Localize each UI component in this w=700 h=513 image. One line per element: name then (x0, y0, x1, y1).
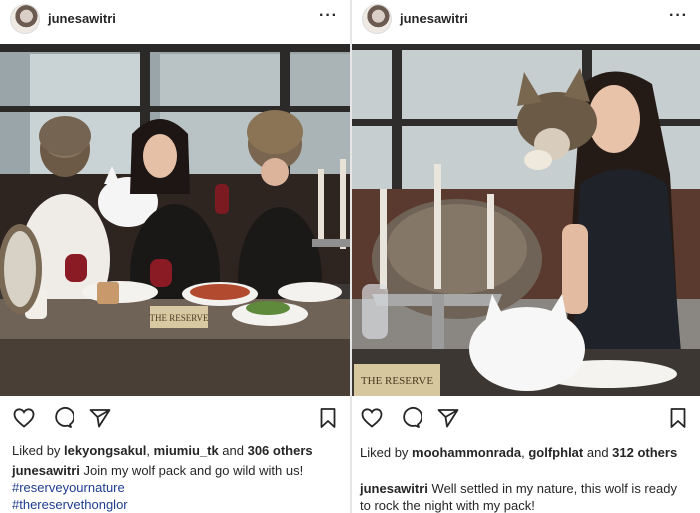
likes-text: Liked by lekyongsakul, miumiu_tk and 306… (12, 442, 313, 459)
comment-icon[interactable] (398, 406, 422, 430)
share-icon[interactable] (88, 406, 112, 430)
avatar[interactable] (10, 4, 40, 34)
post-card: junesawitri ··· (352, 0, 700, 513)
post-photo[interactable]: THE RESERVE (0, 44, 350, 396)
more-icon[interactable]: ··· (669, 7, 688, 25)
post-actions (352, 404, 700, 434)
post-actions (0, 404, 350, 434)
liked-by-prefix: Liked by (360, 445, 413, 460)
heart-icon[interactable] (360, 406, 384, 430)
caption: junesawitri Join my wolf pack and go wil… (12, 462, 342, 513)
liked-by-prefix: Liked by (12, 443, 65, 458)
bookmark-icon[interactable] (316, 406, 340, 430)
caption-username[interactable]: junesawitri (12, 463, 80, 478)
photo-sign-text: THE RESERVE (149, 313, 209, 323)
heart-icon[interactable] (12, 406, 36, 430)
bookmark-icon[interactable] (666, 406, 690, 430)
comment-icon[interactable] (50, 406, 74, 430)
more-icon[interactable]: ··· (319, 7, 338, 25)
post-header: junesawitri ··· (0, 0, 350, 38)
avatar[interactable] (362, 4, 392, 34)
share-icon[interactable] (436, 406, 460, 430)
liked-count[interactable]: 312 others (612, 445, 677, 460)
liked-user-link[interactable]: golfphlat (528, 445, 583, 460)
likes-text: Liked by moohammonrada, golfphlat and 31… (360, 444, 690, 461)
liked-separator: , (146, 443, 154, 458)
liked-user-link[interactable]: lekyongsakul (64, 443, 146, 458)
liked-user-link[interactable]: moohammonrada (412, 445, 521, 460)
hashtag-link[interactable]: #reserveyournature (12, 479, 342, 496)
liked-and: and (583, 445, 613, 460)
post-header: junesawitri ··· (352, 0, 700, 38)
liked-user-link[interactable]: miumiu_tk (154, 443, 219, 458)
caption-username[interactable]: junesawitri (360, 481, 428, 496)
hashtag-link[interactable]: #thereservethonglor (12, 496, 342, 513)
caption: junesawitri Well settled in my nature, t… (360, 480, 685, 513)
liked-count[interactable]: 306 others (248, 443, 313, 458)
photo-sign-text: THE RESERVE (361, 375, 433, 387)
post-card: junesawitri ··· (0, 0, 350, 513)
post-photo[interactable]: THE RESERVE (352, 44, 700, 396)
caption-text: Join my wolf pack and go wild with us! (79, 463, 304, 478)
post-username[interactable]: junesawitri (400, 11, 468, 26)
liked-and: and (218, 443, 248, 458)
post-username[interactable]: junesawitri (48, 11, 116, 26)
